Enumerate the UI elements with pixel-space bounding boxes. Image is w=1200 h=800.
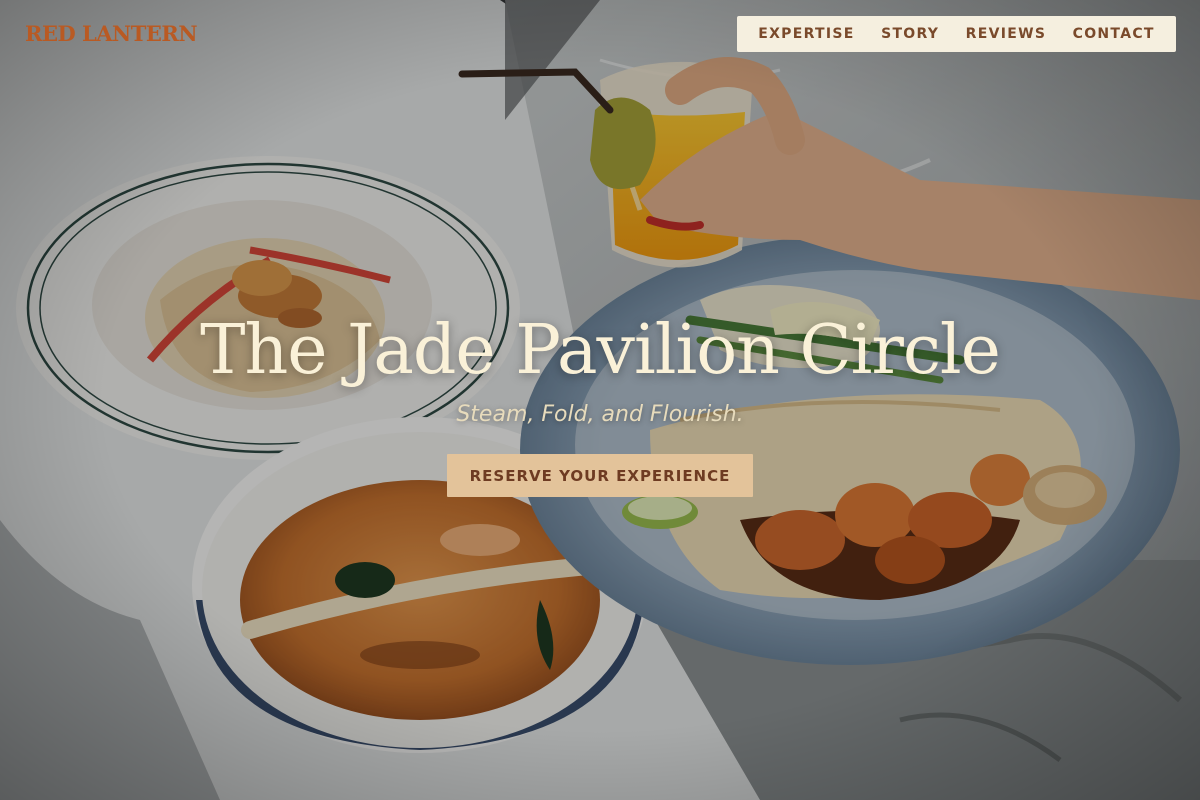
- hero-tagline: Steam, Fold, and Flourish.: [456, 402, 744, 427]
- main-navigation: EXPERTISE STORY REVIEWS CONTACT: [737, 16, 1176, 52]
- hero-section: RED LANTERN EXPERTISE STORY REVIEWS CONT…: [0, 0, 1200, 800]
- nav-item-expertise[interactable]: EXPERTISE: [758, 26, 854, 42]
- nav-item-reviews[interactable]: REVIEWS: [966, 26, 1047, 42]
- nav-item-story[interactable]: STORY: [881, 26, 939, 42]
- brand-logo[interactable]: RED LANTERN: [25, 19, 198, 49]
- hero-title: The Jade Pavilion Circle: [200, 311, 1001, 390]
- nav-item-contact[interactable]: CONTACT: [1073, 26, 1155, 42]
- reserve-experience-button[interactable]: RESERVE YOUR EXPERIENCE: [447, 454, 753, 497]
